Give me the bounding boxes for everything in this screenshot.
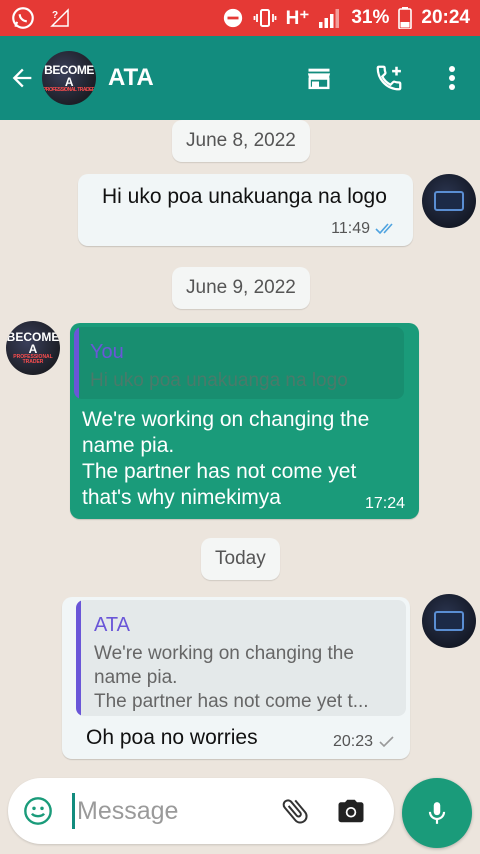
add-call-button[interactable]	[354, 36, 424, 120]
battery-icon	[398, 7, 413, 29]
avatar-logo-text: BECOME A	[44, 62, 94, 89]
message-text: Oh poa no worries	[86, 726, 258, 749]
do-not-disturb-icon	[222, 7, 244, 29]
chat-area[interactable]: June 8, 2022 Hi uko poa unakuanga na log…	[0, 120, 480, 774]
more-vert-icon	[449, 66, 455, 90]
phone-add-icon	[376, 65, 402, 91]
message-meta: 20:23	[333, 733, 396, 751]
contact-avatar-small[interactable]: BECOME A PROFESSIONAL TRADER	[6, 321, 60, 375]
clock: 20:24	[421, 7, 470, 28]
more-options-button[interactable]	[424, 36, 480, 120]
emoji-icon	[24, 797, 52, 825]
quoted-author: You	[90, 341, 124, 363]
message-input-container[interactable]	[8, 778, 394, 844]
quoted-text-line: name pia.	[94, 667, 178, 688]
quoted-text: Hi uko poa unakuanga na logo	[90, 370, 348, 391]
quoted-message[interactable]: ATA We're working on changing the name p…	[76, 600, 406, 716]
network-type: H⁺	[285, 7, 310, 29]
date-separator: June 8, 2022	[172, 120, 310, 162]
signal-strength-icon	[318, 8, 342, 28]
quoted-author: ATA	[94, 614, 130, 636]
message-time: 11:49	[331, 220, 370, 237]
date-separator: June 9, 2022	[172, 267, 310, 309]
quoted-message[interactable]: You Hi uko poa unakuanga na logo	[74, 327, 404, 399]
my-avatar[interactable]	[422, 174, 476, 228]
my-avatar[interactable]	[422, 594, 476, 648]
back-button[interactable]	[2, 36, 42, 120]
message-bubble-outgoing[interactable]: ATA We're working on changing the name p…	[62, 597, 410, 759]
message-line: The partner has not come yet	[82, 460, 357, 483]
contact-name[interactable]: ATA	[108, 64, 154, 92]
camera-icon	[338, 799, 364, 823]
message-time: 17:24	[364, 495, 405, 512]
message-line: We're working on changing the	[82, 408, 370, 431]
avatar-logo-subtext: PROFESSIONAL TRADER	[13, 354, 53, 365]
avatar-image	[434, 191, 464, 211]
avatar-logo-text: BECOME A	[6, 330, 60, 356]
business-shop-button[interactable]	[284, 36, 354, 120]
message-meta: 17:24	[365, 495, 405, 513]
avatar-image	[434, 611, 464, 631]
date-separator: Today	[201, 538, 280, 580]
single-check-icon	[379, 736, 394, 748]
arrow-back-icon	[12, 68, 32, 88]
storefront-icon	[307, 68, 331, 90]
svg-text:?: ?	[52, 10, 58, 21]
no-signal-icon: ?	[48, 6, 72, 30]
avatar-logo-subtext: PROFESSIONAL TRADER	[42, 86, 96, 93]
camera-button[interactable]	[323, 778, 379, 844]
vibrate-icon	[253, 6, 277, 30]
message-line: that's why nimekimya	[82, 486, 281, 509]
message-bubble-incoming[interactable]: You Hi uko poa unakuanga na logo We're w…	[70, 323, 419, 519]
quoted-text-line: The partner has not come yet t...	[94, 691, 369, 712]
emoji-button[interactable]	[8, 778, 68, 844]
message-bubble-outgoing[interactable]: Hi uko poa unakuanga na logo 11:49	[78, 174, 413, 246]
message-time: 20:23	[332, 733, 373, 750]
quoted-text-line: We're working on changing the	[94, 643, 354, 664]
voice-record-button[interactable]	[402, 778, 472, 848]
message-text: Hi uko poa unakuanga na logo	[102, 185, 387, 208]
message-line: name pia.	[82, 434, 175, 457]
paperclip-icon	[282, 799, 308, 824]
message-input[interactable]	[77, 796, 257, 826]
message-composer	[0, 774, 480, 854]
whatsapp-notification-icon	[10, 5, 36, 31]
chat-header: BECOME A PROFESSIONAL TRADER ATA	[0, 36, 480, 120]
message-meta: 11:49	[331, 220, 399, 238]
double-check-read-icon	[375, 223, 393, 235]
status-bar: ? H⁺ 31% 20:24	[0, 0, 480, 36]
contact-avatar[interactable]: BECOME A PROFESSIONAL TRADER	[42, 51, 96, 105]
battery-percent: 31%	[351, 7, 390, 28]
text-cursor	[72, 793, 75, 829]
attach-button[interactable]	[267, 778, 323, 844]
microphone-icon	[428, 802, 446, 824]
